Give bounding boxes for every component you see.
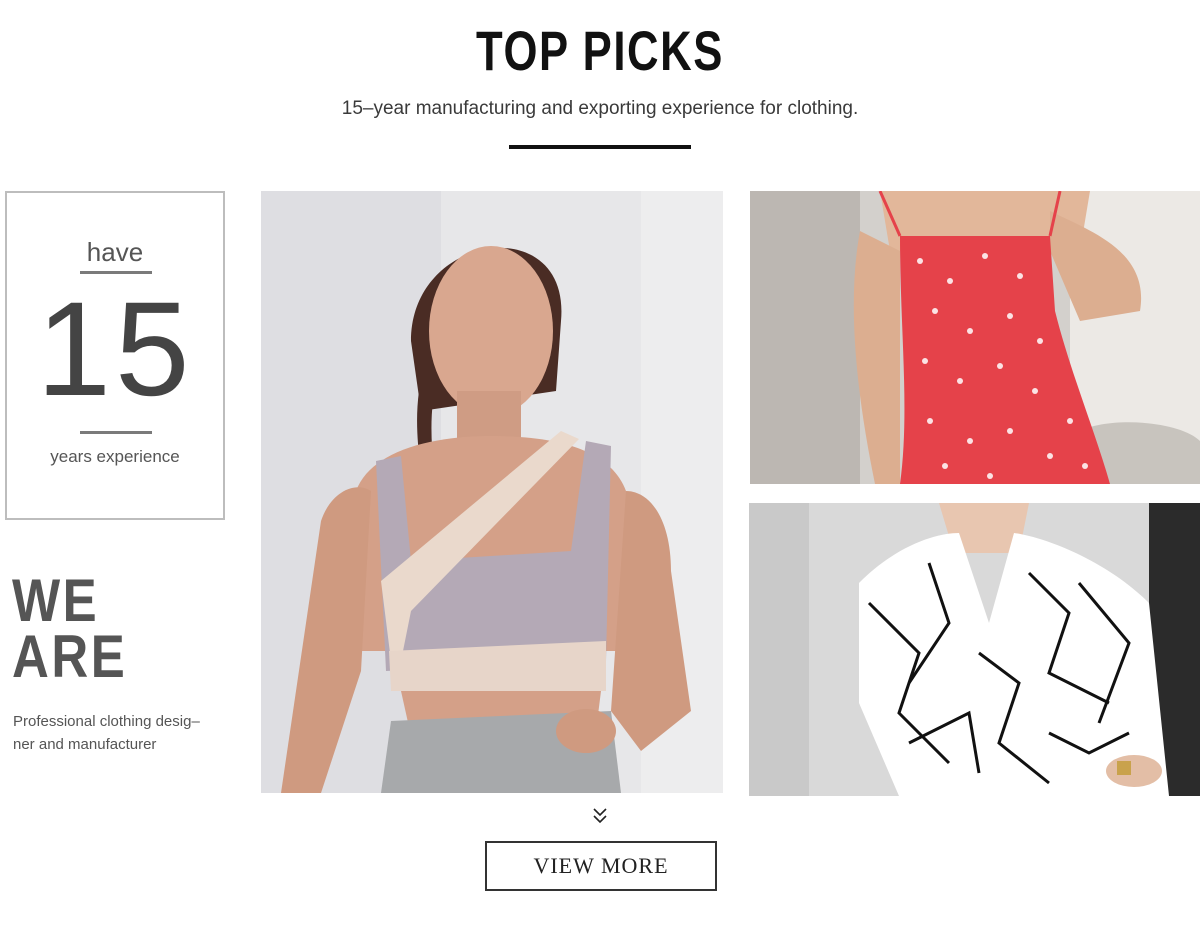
about-description-line-2: ner and manufacturer bbox=[13, 736, 157, 753]
experience-years-label: years experience bbox=[50, 447, 180, 466]
title-divider bbox=[509, 145, 691, 149]
experience-bottom-divider bbox=[80, 431, 152, 434]
we-are-line-2: ARE bbox=[12, 623, 128, 690]
section-subtitle: 15–year manufacturing and exporting expe… bbox=[341, 98, 859, 119]
experience-top-divider bbox=[80, 271, 152, 274]
geometric-shirt-photo[interactable] bbox=[749, 503, 1200, 796]
section-title: TOP PICKS bbox=[476, 19, 724, 82]
double-chevron-down-icon[interactable] bbox=[590, 805, 610, 827]
red-floral-dress-photo[interactable] bbox=[750, 191, 1200, 484]
experience-card: have 15 years experience bbox=[5, 191, 225, 520]
view-more-button[interactable]: VIEW MORE bbox=[485, 841, 717, 891]
about-description: Professional clothing desig– ner and man… bbox=[13, 710, 213, 756]
sports-bra-image bbox=[261, 191, 723, 793]
we-are-heading: WE ARE bbox=[12, 567, 199, 690]
we-are-line-1: WE bbox=[12, 567, 100, 634]
red-dress-image bbox=[750, 191, 1200, 484]
sports-bra-photo[interactable] bbox=[261, 191, 723, 793]
experience-have-label: have bbox=[86, 237, 144, 267]
shirt-image bbox=[749, 503, 1200, 796]
experience-years-number: 15 bbox=[36, 275, 194, 424]
about-description-line-1: Professional clothing desig– bbox=[13, 713, 200, 730]
